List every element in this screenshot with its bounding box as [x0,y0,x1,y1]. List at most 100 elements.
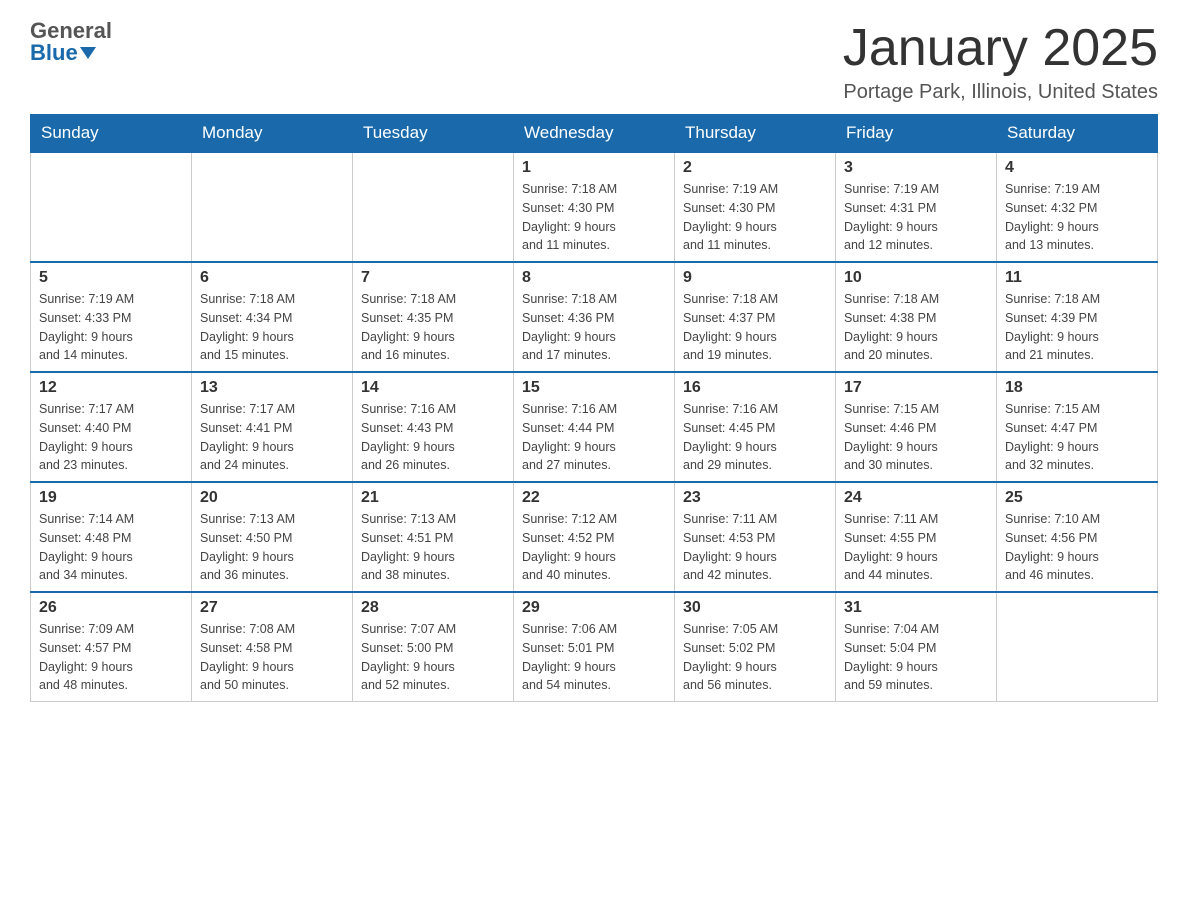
day-number: 14 [361,379,505,397]
day-number: 7 [361,269,505,287]
logo-blue-text: Blue [30,42,78,64]
column-header-saturday: Saturday [997,115,1158,153]
calendar-cell [31,152,192,262]
day-number: 11 [1005,269,1149,287]
day-info: Sunrise: 7:06 AM Sunset: 5:01 PM Dayligh… [522,620,666,695]
column-header-tuesday: Tuesday [353,115,514,153]
day-number: 28 [361,599,505,617]
day-info: Sunrise: 7:11 AM Sunset: 4:53 PM Dayligh… [683,510,827,585]
calendar-week-row: 5Sunrise: 7:19 AM Sunset: 4:33 PM Daylig… [31,262,1158,372]
day-info: Sunrise: 7:14 AM Sunset: 4:48 PM Dayligh… [39,510,183,585]
calendar-cell: 6 Sunrise: 7:18 AM Sunset: 4:34 PM Daylig… [192,262,353,372]
day-info: Sunrise: 7:05 AM Sunset: 5:02 PM Dayligh… [683,620,827,695]
day-info: Sunrise: 7:08 AM Sunset: 4:58 PM Dayligh… [200,620,344,695]
calendar-cell: 20 Sunrise: 7:13 AM Sunset: 4:50 PM Dayli… [192,482,353,592]
day-info: Sunrise: 7:18 AM Sunset: 4:35 PM Dayligh… [361,290,505,365]
day-info: Sunrise: 7:16 AM Sunset: 4:43 PM Dayligh… [361,400,505,475]
day-number: 8 [522,269,666,287]
logo: General Blue [30,20,112,64]
day-info: Sunrise: 7:18 AM Sunset: 4:30 PM Dayligh… [522,180,666,255]
location-text: Portage Park, Illinois, United States [843,81,1158,104]
day-info: Sunrise: 7:18 AM Sunset: 4:36 PM Dayligh… [522,290,666,365]
calendar-cell: 3 Sunrise: 7:19 AM Sunset: 4:31 PM Daylig… [836,152,997,262]
day-number: 20 [200,489,344,507]
calendar-cell: 28 Sunrise: 7:07 AM Sunset: 5:00 PM Dayli… [353,592,514,702]
day-info: Sunrise: 7:10 AM Sunset: 4:56 PM Dayligh… [1005,510,1149,585]
day-number: 30 [683,599,827,617]
calendar-table: SundayMondayTuesdayWednesdayThursdayFrid… [30,114,1158,702]
page-header: General Blue January 2025 Portage Park, … [30,20,1158,104]
day-number: 12 [39,379,183,397]
day-info: Sunrise: 7:16 AM Sunset: 4:44 PM Dayligh… [522,400,666,475]
calendar-cell: 5Sunrise: 7:19 AM Sunset: 4:33 PM Daylig… [31,262,192,372]
calendar-header-row: SundayMondayTuesdayWednesdayThursdayFrid… [31,115,1158,153]
day-info: Sunrise: 7:17 AM Sunset: 4:40 PM Dayligh… [39,400,183,475]
day-number: 17 [844,379,988,397]
day-info: Sunrise: 7:15 AM Sunset: 4:47 PM Dayligh… [1005,400,1149,475]
day-info: Sunrise: 7:19 AM Sunset: 4:32 PM Dayligh… [1005,180,1149,255]
calendar-cell: 31Sunrise: 7:04 AM Sunset: 5:04 PM Dayli… [836,592,997,702]
day-number: 10 [844,269,988,287]
day-number: 13 [200,379,344,397]
calendar-cell: 7 Sunrise: 7:18 AM Sunset: 4:35 PM Daylig… [353,262,514,372]
day-info: Sunrise: 7:19 AM Sunset: 4:31 PM Dayligh… [844,180,988,255]
calendar-cell: 22Sunrise: 7:12 AM Sunset: 4:52 PM Dayli… [514,482,675,592]
calendar-cell [353,152,514,262]
logo-arrow-icon [80,47,96,59]
calendar-cell: 16Sunrise: 7:16 AM Sunset: 4:45 PM Dayli… [675,372,836,482]
title-section: January 2025 Portage Park, Illinois, Uni… [843,20,1158,104]
calendar-cell: 30 Sunrise: 7:05 AM Sunset: 5:02 PM Dayli… [675,592,836,702]
column-header-sunday: Sunday [31,115,192,153]
month-title: January 2025 [843,20,1158,77]
column-header-monday: Monday [192,115,353,153]
calendar-cell [192,152,353,262]
calendar-cell: 17 Sunrise: 7:15 AM Sunset: 4:46 PM Dayli… [836,372,997,482]
day-number: 22 [522,489,666,507]
column-header-friday: Friday [836,115,997,153]
calendar-cell [997,592,1158,702]
calendar-week-row: 1 Sunrise: 7:18 AM Sunset: 4:30 PM Daylig… [31,152,1158,262]
calendar-cell: 15 Sunrise: 7:16 AM Sunset: 4:44 PM Dayli… [514,372,675,482]
calendar-cell: 24 Sunrise: 7:11 AM Sunset: 4:55 PM Dayli… [836,482,997,592]
day-number: 15 [522,379,666,397]
day-number: 26 [39,599,183,617]
day-info: Sunrise: 7:07 AM Sunset: 5:00 PM Dayligh… [361,620,505,695]
day-info: Sunrise: 7:19 AM Sunset: 4:30 PM Dayligh… [683,180,827,255]
calendar-cell: 4 Sunrise: 7:19 AM Sunset: 4:32 PM Daylig… [997,152,1158,262]
calendar-cell: 13Sunrise: 7:17 AM Sunset: 4:41 PM Dayli… [192,372,353,482]
logo-general-text: General [30,20,112,42]
day-number: 27 [200,599,344,617]
day-number: 6 [200,269,344,287]
calendar-week-row: 19 Sunrise: 7:14 AM Sunset: 4:48 PM Dayli… [31,482,1158,592]
day-info: Sunrise: 7:11 AM Sunset: 4:55 PM Dayligh… [844,510,988,585]
day-number: 1 [522,159,666,177]
day-info: Sunrise: 7:19 AM Sunset: 4:33 PM Dayligh… [39,290,183,365]
day-number: 24 [844,489,988,507]
calendar-cell: 18Sunrise: 7:15 AM Sunset: 4:47 PM Dayli… [997,372,1158,482]
day-info: Sunrise: 7:18 AM Sunset: 4:37 PM Dayligh… [683,290,827,365]
calendar-cell: 9 Sunrise: 7:18 AM Sunset: 4:37 PM Daylig… [675,262,836,372]
calendar-week-row: 12 Sunrise: 7:17 AM Sunset: 4:40 PM Dayli… [31,372,1158,482]
calendar-cell: 11 Sunrise: 7:18 AM Sunset: 4:39 PM Dayli… [997,262,1158,372]
day-number: 4 [1005,159,1149,177]
day-number: 25 [1005,489,1149,507]
calendar-cell: 23 Sunrise: 7:11 AM Sunset: 4:53 PM Dayli… [675,482,836,592]
day-info: Sunrise: 7:13 AM Sunset: 4:50 PM Dayligh… [200,510,344,585]
calendar-cell: 29 Sunrise: 7:06 AM Sunset: 5:01 PM Dayli… [514,592,675,702]
day-number: 3 [844,159,988,177]
day-info: Sunrise: 7:18 AM Sunset: 4:39 PM Dayligh… [1005,290,1149,365]
day-number: 9 [683,269,827,287]
day-number: 29 [522,599,666,617]
day-number: 23 [683,489,827,507]
calendar-cell: 12 Sunrise: 7:17 AM Sunset: 4:40 PM Dayli… [31,372,192,482]
calendar-cell: 10Sunrise: 7:18 AM Sunset: 4:38 PM Dayli… [836,262,997,372]
calendar-cell: 26Sunrise: 7:09 AM Sunset: 4:57 PM Dayli… [31,592,192,702]
day-info: Sunrise: 7:15 AM Sunset: 4:46 PM Dayligh… [844,400,988,475]
day-info: Sunrise: 7:18 AM Sunset: 4:34 PM Dayligh… [200,290,344,365]
calendar-cell: 21Sunrise: 7:13 AM Sunset: 4:51 PM Dayli… [353,482,514,592]
day-info: Sunrise: 7:04 AM Sunset: 5:04 PM Dayligh… [844,620,988,695]
calendar-cell: 2Sunrise: 7:19 AM Sunset: 4:30 PM Daylig… [675,152,836,262]
column-header-wednesday: Wednesday [514,115,675,153]
day-number: 19 [39,489,183,507]
day-info: Sunrise: 7:16 AM Sunset: 4:45 PM Dayligh… [683,400,827,475]
